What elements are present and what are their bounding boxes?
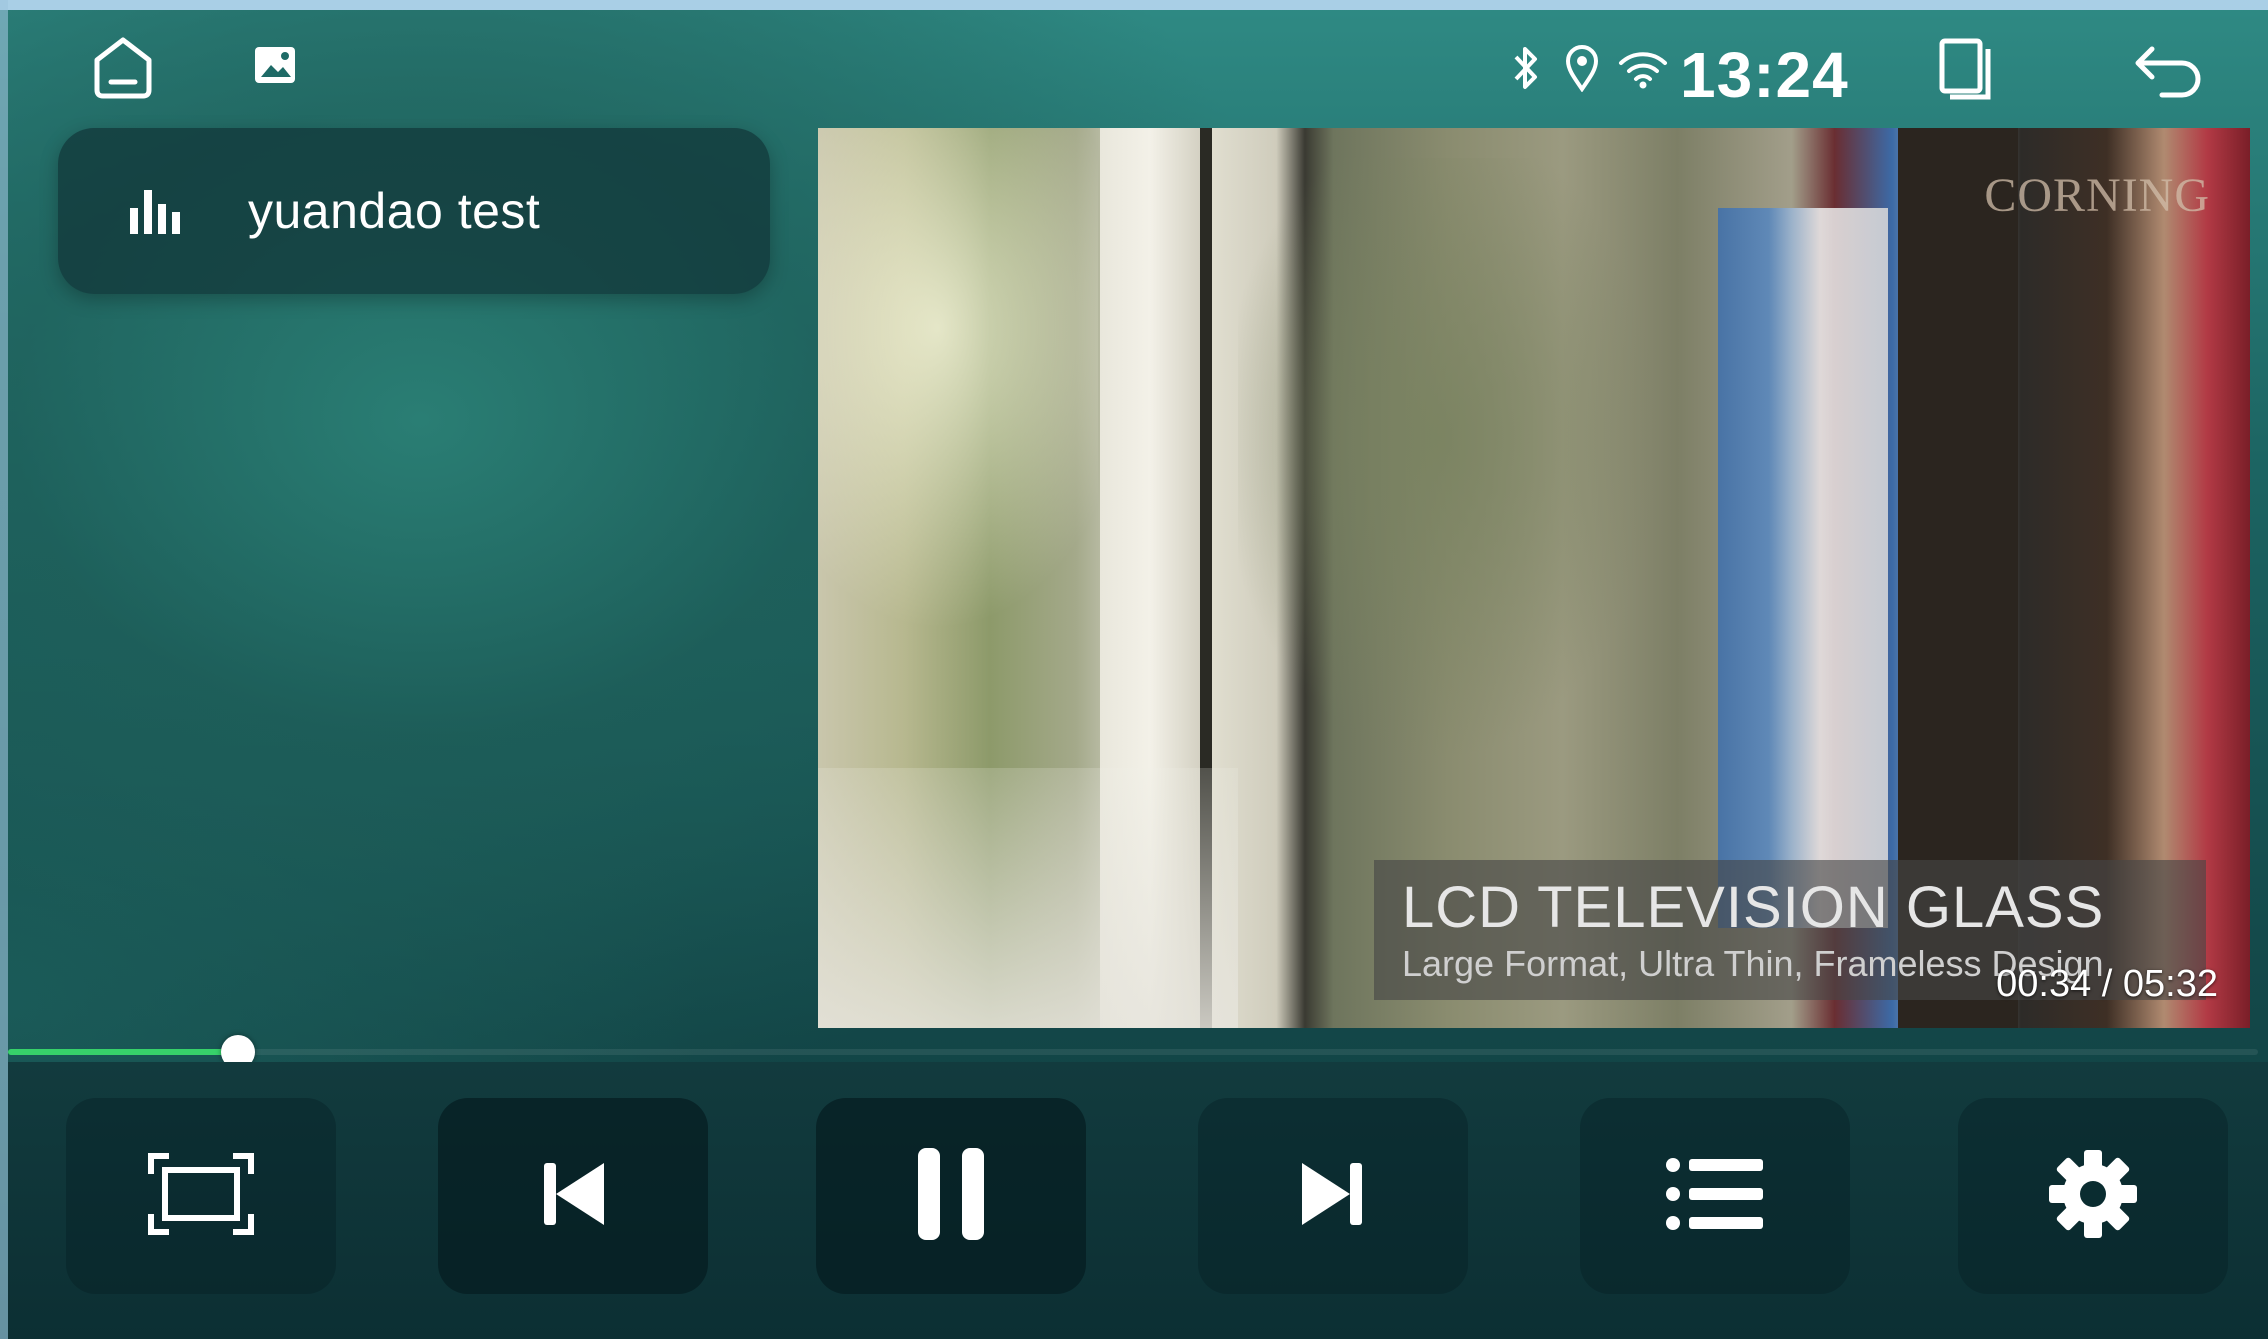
list-icon	[1665, 1156, 1765, 1237]
location-icon	[1562, 40, 1602, 96]
pause-button[interactable]	[816, 1098, 1086, 1294]
gallery-icon[interactable]	[250, 40, 300, 90]
skip-next-icon	[1298, 1159, 1368, 1234]
video-timecode: 00:34 / 05:32	[1996, 963, 2218, 1005]
video-frame[interactable]: CORNING LCD TELEVISION GLASS Large Forma…	[818, 128, 2250, 1028]
now-playing-card[interactable]: yuandao test	[58, 128, 770, 294]
playback-controls	[8, 1062, 2268, 1339]
video-display-panel	[1718, 208, 1888, 928]
pause-icon	[914, 1146, 988, 1247]
seek-track	[8, 1049, 2258, 1055]
video-chair	[818, 768, 1238, 1028]
status-bar: 13:24	[0, 10, 2268, 120]
gear-icon	[2047, 1148, 2139, 1245]
home-icon[interactable]	[88, 32, 158, 102]
fullscreen-frame-icon	[147, 1152, 255, 1241]
recent-apps-icon[interactable]	[1934, 30, 1998, 106]
caption-title: LCD TELEVISION GLASS	[1402, 875, 2105, 940]
settings-button[interactable]	[1958, 1098, 2228, 1294]
window-frame-top	[0, 0, 2268, 10]
wifi-icon	[1618, 46, 1668, 92]
aspect-ratio-button[interactable]	[66, 1098, 336, 1294]
seek-bar[interactable]	[8, 1035, 2258, 1069]
track-title: yuandao test	[248, 183, 541, 239]
playlist-button[interactable]	[1580, 1098, 1850, 1294]
next-button[interactable]	[1198, 1098, 1468, 1294]
skip-previous-icon	[538, 1159, 608, 1234]
video-watermark: CORNING	[1984, 169, 2210, 222]
window-frame-left	[0, 0, 8, 1339]
equalizer-icon	[128, 181, 192, 241]
seek-fill	[8, 1049, 239, 1055]
back-icon[interactable]	[2130, 34, 2210, 104]
previous-button[interactable]	[438, 1098, 708, 1294]
bluetooth-icon	[1508, 40, 1544, 96]
video-tree	[1238, 158, 1658, 778]
clock: 13:24	[1680, 39, 1849, 111]
